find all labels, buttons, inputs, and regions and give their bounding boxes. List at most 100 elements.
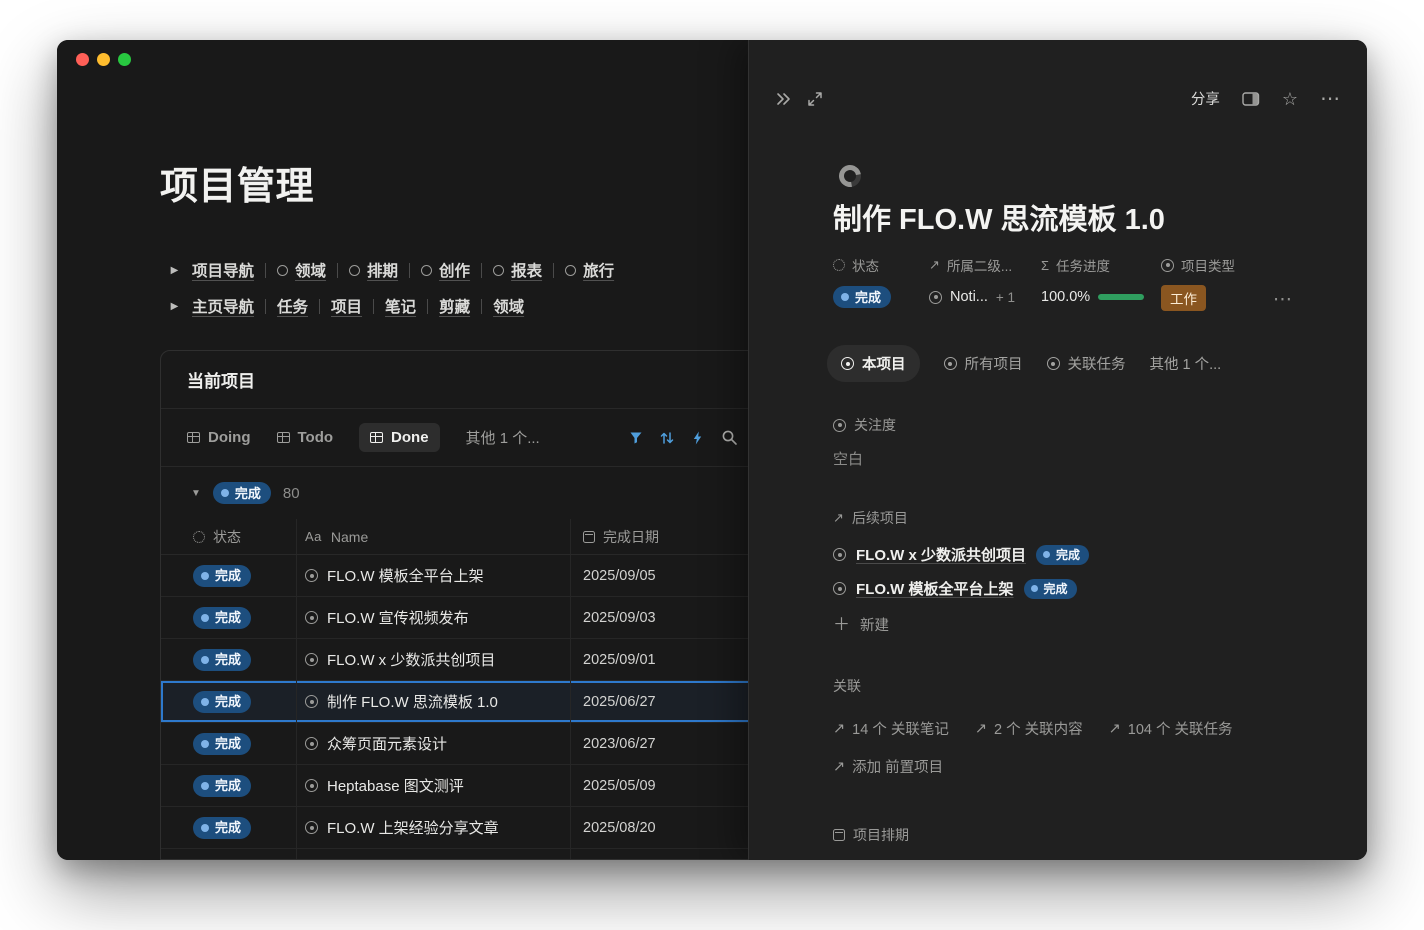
column-header-status[interactable]: 状态	[185, 519, 297, 554]
property-progress-value[interactable]: 100.0%	[1041, 285, 1161, 309]
row-date-cell[interactable]: 2025/05/09	[571, 765, 771, 806]
property-status-value[interactable]: 完成	[833, 285, 929, 309]
tab-more-views[interactable]: 其他 1 个...	[466, 427, 540, 448]
peek-page-ring-icon[interactable]	[835, 161, 866, 192]
sort-icon[interactable]	[659, 430, 675, 446]
nav-link[interactable]: 项目	[331, 295, 362, 317]
row-name-cell[interactable]: FLO.W 宣传视频发布	[297, 597, 571, 638]
nav-link[interactable]: 创作	[421, 259, 470, 281]
tab-all-projects[interactable]: 所有项目	[944, 353, 1023, 374]
schedule-section-label[interactable]: 项目排期	[833, 825, 1327, 845]
followup-item[interactable]: FLO.W x 少数派共创项目 完成	[833, 544, 1327, 565]
search-icon[interactable]	[721, 429, 738, 446]
property-status-label[interactable]: 状态	[833, 255, 929, 275]
nav-link[interactable]: 领域	[277, 259, 326, 281]
row-name-cell[interactable]: 制作 FLO.W 思流模板 1.0	[297, 681, 571, 722]
property-parent-label[interactable]: ↗ 所属二级...	[929, 255, 1041, 275]
favorite-button[interactable]: ☆	[1282, 90, 1298, 108]
tab-todo[interactable]: Todo	[277, 429, 334, 446]
status-badge: 完成	[193, 859, 251, 861]
row-name-cell[interactable]: FLO.W 模板全平台上架	[297, 555, 571, 596]
filter-icon[interactable]	[628, 430, 644, 446]
column-header-date[interactable]: 完成日期	[571, 519, 771, 554]
page-circle-icon	[277, 265, 288, 276]
followup-section-label[interactable]: ↗ 后续项目	[833, 508, 1327, 528]
arrow-ne-icon: ↗	[833, 510, 844, 526]
row-name-cell[interactable]: 众筹页面元素设计	[297, 723, 571, 764]
row-date-cell[interactable]: 2025/09/03	[571, 597, 771, 638]
table-view-icon	[277, 432, 290, 443]
attention-section-label[interactable]: 关注度	[833, 415, 1327, 435]
row-date-cell[interactable]: 2023/06/27	[571, 723, 771, 764]
nav-link[interactable]: 旅行	[565, 259, 614, 281]
nav-separator	[409, 263, 410, 278]
bolt-icon[interactable]	[690, 430, 706, 446]
tab-more-linked-views[interactable]: 其他 1 个...	[1150, 353, 1222, 374]
tab-this-project[interactable]: 本项目	[827, 345, 920, 382]
row-status-cell[interactable]: 完成	[185, 681, 297, 722]
nav-link-project-nav[interactable]: 项目导航	[192, 259, 254, 281]
row-status-cell[interactable]: 完成	[185, 765, 297, 806]
toggle-right-icon[interactable]: ▶	[168, 265, 181, 276]
open-full-page-button[interactable]	[807, 91, 823, 107]
followup-item[interactable]: FLO.W 模板全平台上架 完成	[833, 578, 1327, 599]
group-status-badge[interactable]: 完成	[213, 482, 271, 504]
row-name-cell[interactable]: Heptabase 图文测评	[297, 765, 571, 806]
tab-linked-tasks[interactable]: 关联任务	[1047, 353, 1126, 374]
side-peek-toggle-button[interactable]	[1242, 91, 1260, 107]
tab-done[interactable]: Done	[359, 423, 440, 452]
nav-link[interactable]: 报表	[493, 259, 542, 281]
more-options-button[interactable]: ⋯	[1320, 89, 1341, 109]
row-date-cell[interactable]: 2025/09/01	[571, 639, 771, 680]
row-name-cell[interactable]: FLO.W 上架经验分享文章	[297, 807, 571, 848]
add-predecessor-button[interactable]: ↗ 添加 前置项目	[833, 756, 1327, 777]
row-status-cell[interactable]: 完成	[185, 639, 297, 680]
row-status-cell[interactable]: 完成	[185, 807, 297, 848]
share-button[interactable]: 分享	[1191, 88, 1220, 109]
nav-link[interactable]: 笔记	[385, 295, 416, 317]
project-target-icon	[305, 695, 318, 708]
schedule-date-range[interactable]: 2025/04/17 → 2025/06/15	[833, 858, 1327, 860]
row-date-cell[interactable]: 2025/06/27	[571, 681, 771, 722]
row-status-cell[interactable]: 完成	[185, 723, 297, 764]
new-followup-button[interactable]: ＋ 新建	[833, 614, 1327, 635]
peek-page-title[interactable]: 制作 FLO.W 思流模板 1.0	[833, 201, 1327, 239]
close-window-button[interactable]	[76, 53, 89, 66]
property-parent-value[interactable]: Noti... + 1	[929, 285, 1041, 309]
nav-link-home-nav[interactable]: 主页导航	[192, 295, 254, 317]
row-name-cell[interactable]	[297, 849, 571, 860]
tab-doing[interactable]: Doing	[187, 429, 251, 446]
status-badge: 完成	[193, 817, 251, 839]
target-icon	[1047, 357, 1060, 370]
nav-link[interactable]: 排期	[349, 259, 398, 281]
toggle-right-icon[interactable]: ▶	[168, 301, 181, 312]
relation-notes-link[interactable]: ↗ 14 个 关联笔记	[833, 718, 949, 739]
star-icon: ☆	[1282, 90, 1298, 108]
more-properties-button[interactable]: ⋯	[1273, 289, 1292, 311]
row-date-cell[interactable]: 2025/09/05	[571, 555, 771, 596]
row-date-cell[interactable]: 2025/08/20	[571, 807, 771, 848]
zoom-window-button[interactable]	[118, 53, 131, 66]
close-peek-button[interactable]	[775, 91, 791, 107]
nav-link[interactable]: 领域	[493, 295, 524, 317]
minimize-window-button[interactable]	[97, 53, 110, 66]
nav-separator	[337, 263, 338, 278]
property-type-value[interactable]: 工作	[1161, 285, 1251, 311]
nav-link[interactable]: 剪藏	[439, 295, 470, 317]
relation-content-link[interactable]: ↗ 2 个 关联内容	[975, 718, 1083, 739]
attention-empty-value[interactable]: 空白	[833, 448, 1327, 469]
row-status-cell[interactable]: 完成	[185, 849, 297, 860]
row-status-cell[interactable]: 完成	[185, 555, 297, 596]
column-header-name[interactable]: Aa Name	[297, 519, 571, 554]
view-action-icons	[628, 429, 738, 446]
row-date-cell[interactable]	[571, 849, 771, 860]
relation-links-row: ↗ 14 个 关联笔记 ↗ 2 个 关联内容 ↗ 104 个 关联任务	[833, 718, 1327, 739]
row-status-cell[interactable]: 完成	[185, 597, 297, 638]
relation-tasks-link[interactable]: ↗ 104 个 关联任务	[1109, 718, 1233, 739]
nav-link[interactable]: 任务	[277, 295, 308, 317]
property-type-label[interactable]: 项目类型	[1161, 255, 1251, 275]
side-panel-icon	[1242, 91, 1260, 107]
property-progress-label[interactable]: Σ 任务进度	[1041, 255, 1161, 275]
toggle-down-icon[interactable]: ▼	[191, 488, 201, 499]
row-name-cell[interactable]: FLO.W x 少数派共创项目	[297, 639, 571, 680]
